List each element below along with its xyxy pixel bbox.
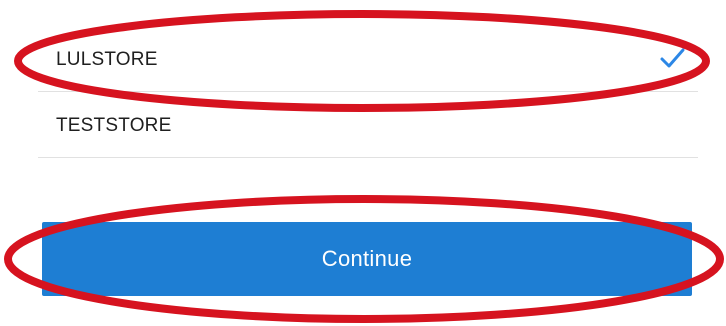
store-option-teststore[interactable]: TESTSTORE (38, 94, 698, 158)
continue-button[interactable]: Continue (42, 222, 692, 296)
store-list: LULSTORE TESTSTORE (0, 0, 726, 170)
store-option-label: LULSTORE (56, 49, 158, 70)
store-option-label: TESTSTORE (56, 115, 172, 136)
store-option-lulstore[interactable]: LULSTORE (38, 28, 698, 92)
checkmark-icon (660, 48, 685, 68)
